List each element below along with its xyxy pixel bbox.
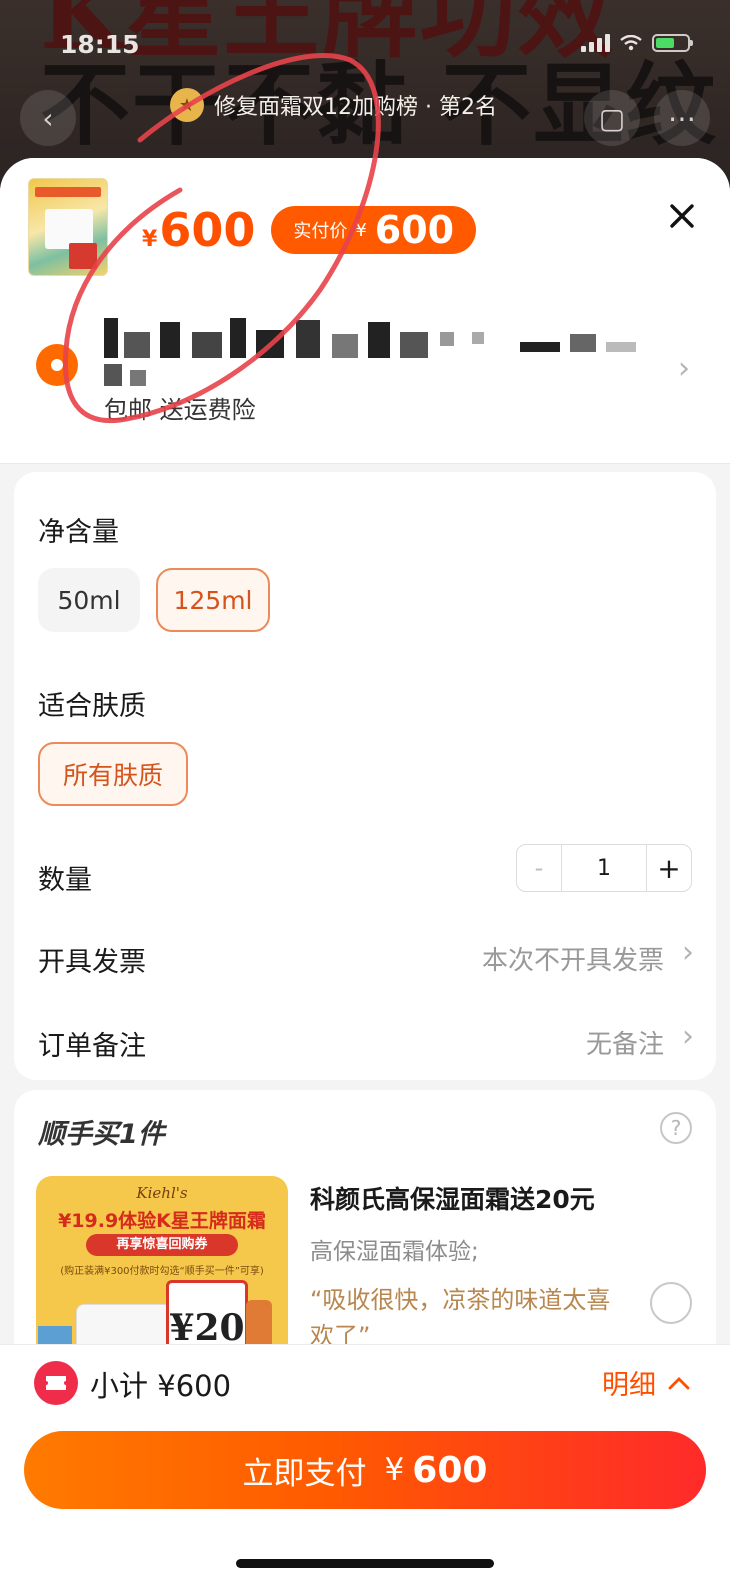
pay-currency: ¥ [384,1452,405,1488]
invoice-value: 本次不开具发票 [481,946,664,976]
product-thumbnail[interactable] [28,178,108,276]
actual-pay-label: 实付价 [293,221,348,242]
skin-type-label: 适合肤质 [38,691,146,722]
addon-promo-text: ¥19.9体验K星王牌面霜 [58,1210,266,1232]
addon-promo-note: (购正装满¥300付款时勾选“顺手买一件”可享) [60,1266,264,1277]
remark-label: 订单备注 [38,1031,146,1062]
quantity-minus-button[interactable]: - [517,854,561,882]
shipping-note: 包邮 送运费险 [104,396,256,424]
quantity-plus-button[interactable]: + [647,852,691,885]
rank-banner[interactable]: ★ 修复面霜双12加购榜 · 第2名 [170,88,497,122]
remark-chevron-icon: › [682,1019,694,1054]
blurred-address[interactable] [100,318,640,388]
price-row: ¥ 600 实付价 ¥ 600 [142,202,477,258]
actual-pay-value: 600 [374,208,455,252]
product-price: ¥ 600 [142,202,255,258]
net-content-label: 净含量 [38,517,119,548]
checkout-bar: 小计 ¥600 明细 立即支付 ¥ 600 [0,1344,730,1580]
pay-label: 立即支付 [242,1455,367,1492]
addon-title: 顺手买1件 [38,1119,165,1150]
invoice-chevron-icon: › [682,935,694,970]
signal-icon [581,34,610,52]
battery-icon [652,34,693,52]
pay-now-button[interactable]: 立即支付 ¥ 600 [24,1431,706,1509]
actual-pay-currency: ¥ [355,219,367,241]
close-button[interactable] [660,194,704,238]
option-50ml[interactable]: 50ml [38,568,140,632]
price-value: 600 [159,203,256,257]
addon-promo-badge: 再享惊喜回购券 [86,1234,238,1256]
subtotal-currency: ¥ [157,1369,176,1403]
detail-toggle[interactable]: 明细 [602,1363,690,1402]
subtotal-value: 600 [175,1369,232,1403]
ticket-icon [34,1361,78,1405]
addon-name: 科颜氏高保湿面霜送20元 [310,1185,595,1214]
home-indicator [236,1559,494,1568]
status-icons [581,34,693,52]
address-chevron-icon[interactable]: › [678,354,690,384]
addon-subtitle: 高保湿面霜体验; [310,1239,479,1265]
option-125ml[interactable]: 125ml [156,568,270,632]
addon-brand-logo: Kiehl's [136,1184,188,1202]
chevron-up-icon [668,1376,690,1389]
quantity-input[interactable]: 1 [561,845,647,891]
actual-pay-badge: 实付价 ¥ 600 [271,206,477,254]
addon-select-radio[interactable] [650,1282,692,1324]
invoice-label: 开具发票 [38,947,146,978]
options-card: 净含量 50ml 125ml 适合肤质 所有肤质 数量 - 1 + 开具发票 本… [14,472,716,1080]
status-time: 18:15 [60,30,140,59]
subtotal: 小计 ¥600 [90,1363,231,1405]
remark-value: 无备注 [585,1030,664,1060]
rank-text: 修复面霜双12加购榜 · 第2名 [214,95,497,120]
cart-icon[interactable]: ▢ [584,90,640,146]
detail-label: 明细 [602,1370,656,1401]
more-icon[interactable]: ⋯ [654,90,710,146]
order-sheet: ¥ 600 实付价 ¥ 600 › 包邮 送运费险 净含量 50ml 125ml… [0,158,730,1580]
medal-icon: ★ [170,88,204,122]
pay-value: 600 [412,1449,488,1491]
quantity-stepper: - 1 + [516,844,692,892]
back-icon[interactable]: ‹ [20,90,76,146]
wifi-icon [620,35,642,51]
quantity-label: 数量 [38,865,92,896]
product-header: ¥ 600 实付价 ¥ 600 › 包邮 送运费险 [0,158,730,464]
location-pin-icon [36,344,78,386]
close-icon [670,204,694,228]
price-currency: ¥ [142,227,158,252]
subtotal-label: 小计 [90,1369,149,1403]
option-all-skin[interactable]: 所有肤质 [38,742,188,806]
help-icon[interactable]: ? [660,1112,692,1144]
